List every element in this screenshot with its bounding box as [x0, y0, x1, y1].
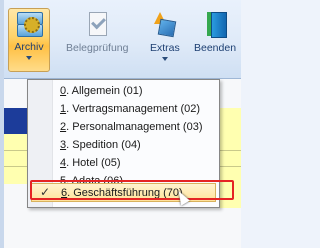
menu-item-personalmanagement[interactable]: 2. Personalmanagement (03)	[28, 118, 219, 135]
menu-item-spedition[interactable]: 3. Spedition (04)	[28, 136, 219, 153]
document-check-icon	[83, 10, 111, 38]
menu-item-hotel[interactable]: 4. Hotel (05)	[28, 154, 219, 171]
beenden-button-label: Beenden	[194, 42, 237, 54]
belegpruefung-button-label: Belegprüfung	[66, 42, 129, 54]
tools-icon	[151, 10, 179, 38]
extras-button[interactable]: Extras	[150, 10, 180, 70]
menu-item-label: . Personalmanagement (03)	[66, 120, 203, 133]
menu-item-label: . Vertragsmanagement (02)	[66, 102, 201, 115]
menu-item-allgemein[interactable]: 0. Allgemein (01)	[28, 82, 219, 99]
chevron-down-icon	[26, 56, 32, 60]
exit-door-icon	[201, 10, 229, 38]
highlight-frame	[30, 180, 234, 200]
menu-item-label: . Hotel (05)	[66, 156, 121, 169]
ribbon-toolbar: Archiv Belegprüfung Extras Beenden	[0, 0, 241, 79]
belegpruefung-button[interactable]: Belegprüfung	[66, 10, 128, 70]
menu-item-label: . Spedition (04)	[66, 138, 141, 151]
extras-button-label: Extras	[150, 42, 180, 54]
archive-cabinet-icon	[15, 9, 43, 37]
menu-item-label: . Allgemein (01)	[66, 84, 143, 97]
archiv-button[interactable]: Archiv	[8, 8, 50, 72]
beenden-button[interactable]: Beenden	[194, 10, 236, 70]
menu-item-vertragsmanagement[interactable]: 1. Vertragsmanagement (02)	[28, 100, 219, 117]
archiv-button-label: Archiv	[14, 41, 44, 53]
chevron-down-icon	[161, 57, 168, 61]
